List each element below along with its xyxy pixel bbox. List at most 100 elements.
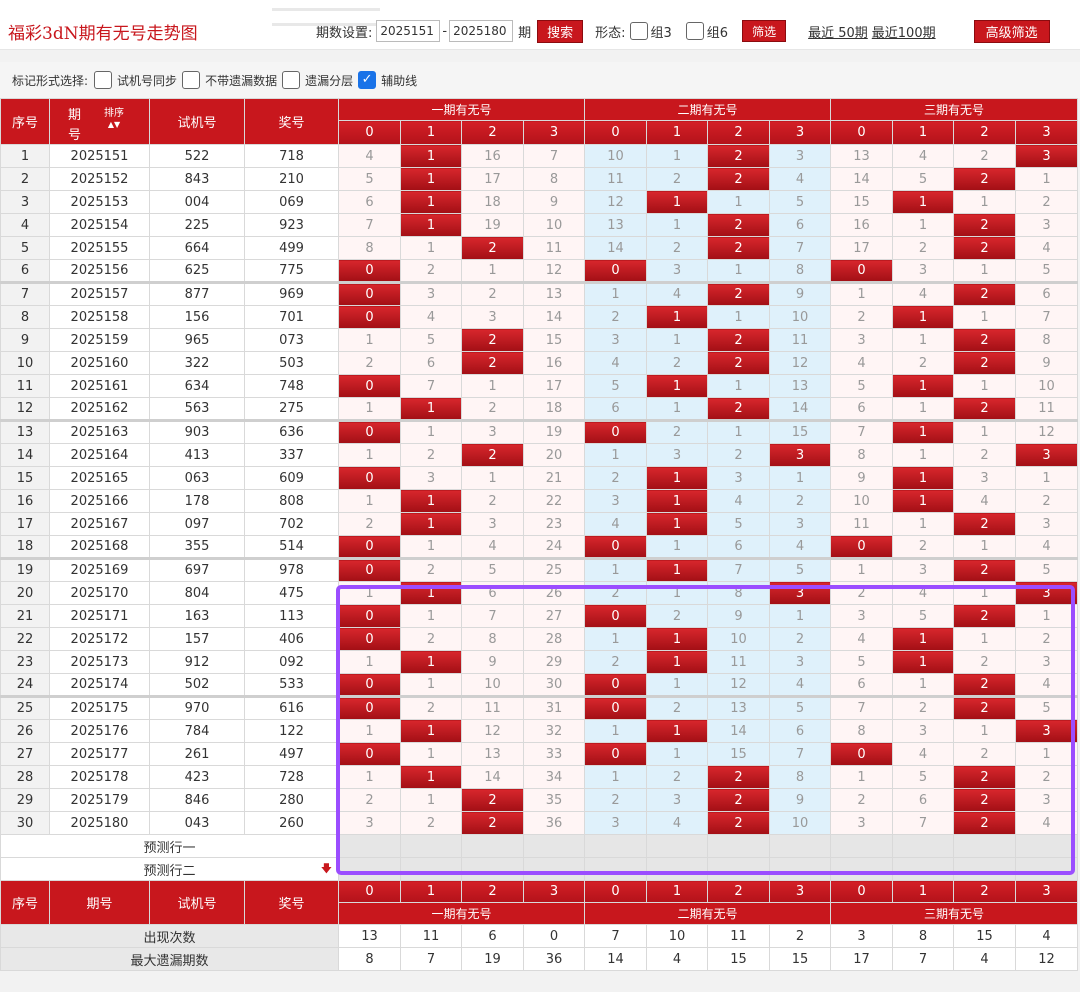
cell-miss: 13 [461,742,524,766]
arrow-down-icon[interactable]: 🡇 [321,860,332,879]
cell-miss: 1 [400,535,462,559]
cell-issue: 2025152 [49,167,150,191]
predict-cell[interactable] [769,834,832,858]
predict-cell[interactable] [522,857,586,881]
period-from-input[interactable] [376,20,441,42]
cell-seq: 4 [0,213,50,237]
predict-cell[interactable] [461,857,524,881]
cell-prize: 210 [244,167,339,191]
col-header-seq: 序号 [0,98,50,145]
cell-miss: 1 [338,650,401,674]
cell-miss: 1 [338,719,401,743]
cell-miss: 1 [953,419,1017,444]
cell-trial: 157 [149,627,245,651]
search-button[interactable]: 搜索 [537,19,584,43]
predict-cell[interactable] [769,857,832,881]
sort-button[interactable]: 排序 ▲▼ [104,108,124,130]
period-unit: 期 [518,25,532,41]
trial-sync-checkbox[interactable] [94,71,113,89]
predict-cell[interactable] [338,857,401,881]
option-aux-line[interactable]: ✓ 辅助线 [358,71,417,89]
advanced-filter-button[interactable]: 高级筛选 [973,19,1050,43]
stat-value: 11 [400,924,462,948]
cell-issue: 2025159 [49,328,150,352]
cell-miss: 1 [400,236,462,260]
cell-miss: 6 [707,535,771,559]
cell-miss: 3 [830,811,894,835]
predict-cell[interactable] [584,857,648,881]
predict-cell[interactable] [522,834,586,858]
predict-cell[interactable] [707,834,771,858]
cell-miss: 9 [830,466,894,490]
cell-miss: 11 [830,512,894,536]
cell-miss: 2 [461,489,524,513]
option-miss-layer[interactable]: 遗漏分层 [282,71,353,89]
no-miss-data-checkbox[interactable] [182,71,201,89]
table-footer: 预测行一 预测行二 🡇 序号 期号 试机号 奖号 0 1 2 3 0 1 2 3 0 1 2 3 一期有无号 二期有… [0,834,1079,971]
cell-hit: 1 [646,190,709,214]
cell-trial: 163 [149,604,245,628]
cell-miss: 15 [522,328,586,352]
cell-hit: 2 [461,788,524,812]
cell-miss: 24 [522,535,586,559]
col-header-trial: 试机号 [149,98,245,145]
predict-cell[interactable] [1015,834,1079,858]
cell-hit: 1 [646,627,709,651]
predict-cell[interactable] [953,834,1017,858]
predict-cell[interactable] [646,834,709,858]
cell-miss: 8 [522,167,586,191]
cell-hit: 1 [892,419,955,444]
period-to-input[interactable] [449,20,514,42]
cell-miss: 3 [584,811,648,835]
cell-miss: 2 [400,259,462,283]
predict-cell[interactable] [892,857,955,881]
cell-miss: 18 [522,397,586,421]
footer-group-1: 一期有无号 [337,902,586,925]
predict-cell[interactable] [830,834,894,858]
col-header-issue[interactable]: 期 号 排序 ▲▼ [49,98,150,145]
predict-cell[interactable] [707,857,771,881]
cell-issue: 2025161 [49,374,150,398]
table-row: 15 2025165 063 609 0 3 1 21 2 1 3 1 9 1 3 1 [0,466,1079,490]
recent-50-link[interactable]: 最近 50期 [808,22,868,41]
predict-cell[interactable] [400,857,462,881]
cell-hit: 2 [461,328,524,352]
stat-value: 15 [769,947,832,971]
predict-cell[interactable] [830,857,894,881]
filter-button[interactable]: 筛选 [742,20,787,42]
cell-miss: 4 [646,281,709,306]
recent-100-link[interactable]: 最近100期 [872,22,936,41]
cell-miss: 9 [1015,351,1079,375]
cell-prize: 923 [244,213,339,237]
cell-miss: 9 [769,788,832,812]
predict-cell[interactable] [1015,857,1079,881]
cell-trial: 970 [149,695,245,720]
predict-cell[interactable] [461,834,524,858]
group3-header: 三期有无号 [830,97,1079,122]
predict-cell[interactable] [646,857,709,881]
cell-miss: 8 [830,443,894,467]
predict-cell[interactable] [400,834,462,858]
predict-cell[interactable] [338,834,401,858]
cell-seq: 8 [0,305,50,329]
aux-line-checkbox[interactable]: ✓ [358,71,377,89]
option-no-miss-data[interactable]: 不带遗漏数据 [182,71,277,89]
option-trial-sync[interactable]: 试机号同步 [94,71,177,89]
cell-miss: 5 [830,374,894,398]
cell-trial: 043 [149,811,245,835]
cell-hit: 0 [338,466,401,490]
cell-miss: 26 [522,581,586,605]
predict-cell[interactable] [584,834,648,858]
miss-layer-checkbox[interactable] [282,71,301,89]
cell-miss: 1 [584,557,648,582]
cell-hit: 2 [953,695,1017,720]
stat-value: 15 [707,947,771,971]
group3-checkbox[interactable] [629,22,648,40]
cell-miss: 2 [646,236,709,260]
cell-seq: 14 [0,443,50,467]
cell-issue: 2025157 [49,281,150,306]
cell-miss: 3 [1015,213,1079,237]
group6-checkbox[interactable] [685,22,704,40]
predict-cell[interactable] [892,834,955,858]
predict-cell[interactable] [953,857,1017,881]
